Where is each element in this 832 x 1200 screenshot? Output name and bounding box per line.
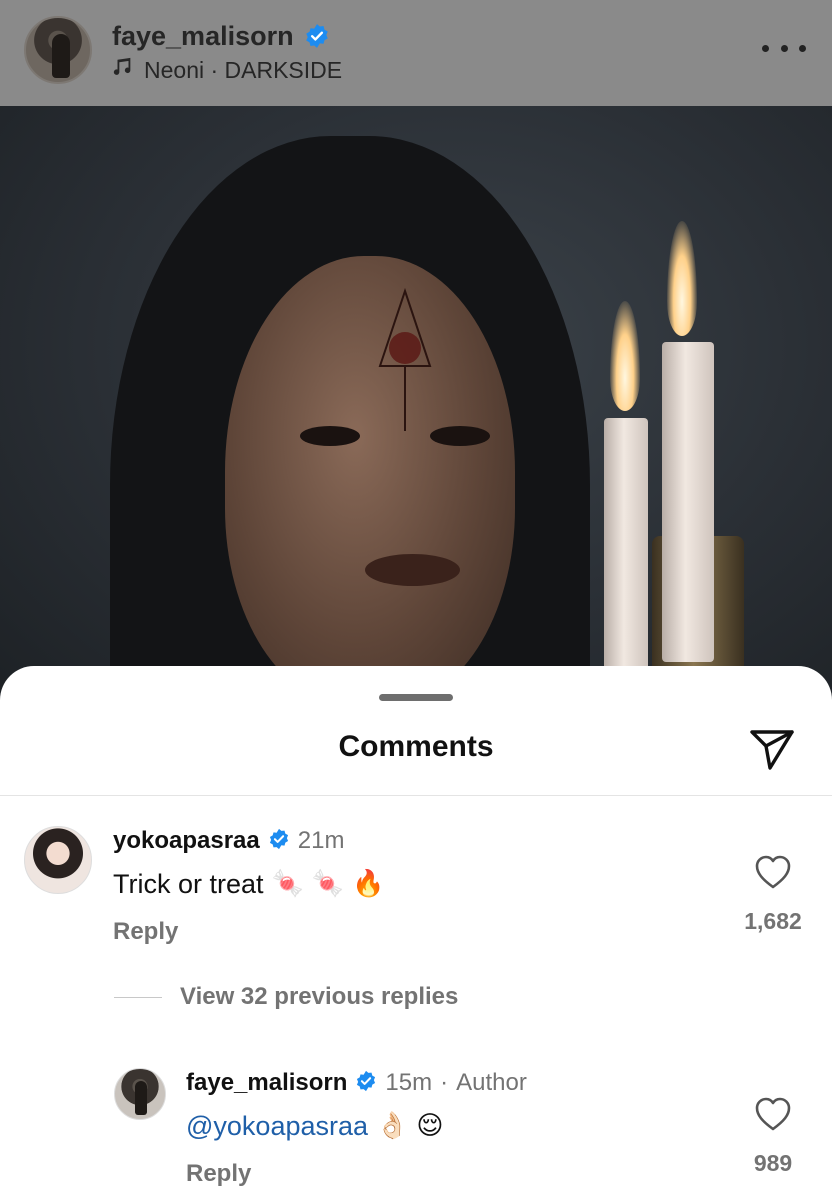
sheet-drag-handle[interactable]: [379, 694, 453, 701]
ok-hand-emoji: 👌🏻: [376, 1111, 409, 1141]
comment-username[interactable]: faye_malisorn: [186, 1069, 347, 1097]
fire-emoji: 🔥: [352, 869, 385, 899]
comment-text: @yokoapasraa 👌🏻 😌: [186, 1108, 444, 1144]
paper-plane-icon: [750, 730, 794, 770]
heart-icon: [755, 855, 791, 889]
comment-text: Trick or treat 🍬 🍬 🔥: [113, 866, 385, 902]
post-music-row[interactable]: Neoni · DARKSIDE: [112, 56, 342, 84]
reply-item: faye_malisorn 15m · Author @yokoapasraa …: [0, 1066, 832, 1200]
comment-time: 15m: [385, 1069, 433, 1096]
view-replies-label: View 32 previous replies: [180, 983, 459, 1010]
more-options-button[interactable]: [762, 32, 806, 64]
verified-badge-icon: [355, 1070, 377, 1097]
meta-separator: ·: [440, 1069, 449, 1096]
comment-meta: yokoapasraa 21m: [113, 826, 344, 856]
comments-title: Comments: [338, 730, 494, 763]
candy-emoji: 🍬: [311, 869, 345, 899]
comment-item: yokoapasraa 21m Trick or treat 🍬 🍬 🔥 Rep…: [0, 824, 832, 954]
relieved-face-emoji: 😌: [416, 1111, 444, 1141]
like-button[interactable]: [754, 1096, 792, 1132]
more-horizontal-icon: [762, 44, 769, 52]
comment-avatar[interactable]: [24, 826, 92, 894]
verified-badge-icon: [304, 23, 330, 49]
comment-avatar[interactable]: [114, 1068, 166, 1120]
post-author-username[interactable]: faye_malisorn: [112, 21, 294, 52]
share-button[interactable]: [746, 724, 798, 772]
view-previous-replies[interactable]: View 32 previous replies: [114, 980, 458, 1014]
post-author-row: faye_malisorn: [112, 20, 330, 52]
like-count: 989: [753, 1150, 793, 1176]
music-note-icon: [112, 57, 134, 84]
comment-username[interactable]: yokoapasraa: [113, 827, 260, 855]
mention-link[interactable]: @yokoapasraa: [186, 1111, 368, 1142]
post-photo[interactable]: [0, 106, 832, 706]
post-music-text: Neoni · DARKSIDE: [144, 56, 343, 83]
header-divider: [0, 795, 832, 796]
like-count: 1,682: [744, 908, 802, 934]
reply-button[interactable]: Reply: [186, 1160, 251, 1188]
comment-text-body: Trick or treat: [113, 868, 264, 899]
replies-line: [114, 996, 162, 998]
forehead-mark-decoration: [378, 287, 432, 431]
heart-icon: [755, 1097, 791, 1131]
candy-emoji: 🍬: [271, 869, 304, 899]
candle: [604, 418, 648, 706]
like-button[interactable]: [754, 854, 792, 890]
verified-badge-icon: [268, 828, 290, 855]
reply-button[interactable]: Reply: [113, 918, 178, 946]
candle: [662, 342, 714, 662]
post-author-avatar[interactable]: [24, 16, 92, 84]
comment-meta: faye_malisorn 15m · Author: [186, 1068, 527, 1098]
comment-time: 21m: [297, 827, 345, 854]
author-label: Author: [456, 1069, 527, 1096]
post-header: faye_malisorn Neoni · DARKSIDE: [0, 0, 832, 106]
